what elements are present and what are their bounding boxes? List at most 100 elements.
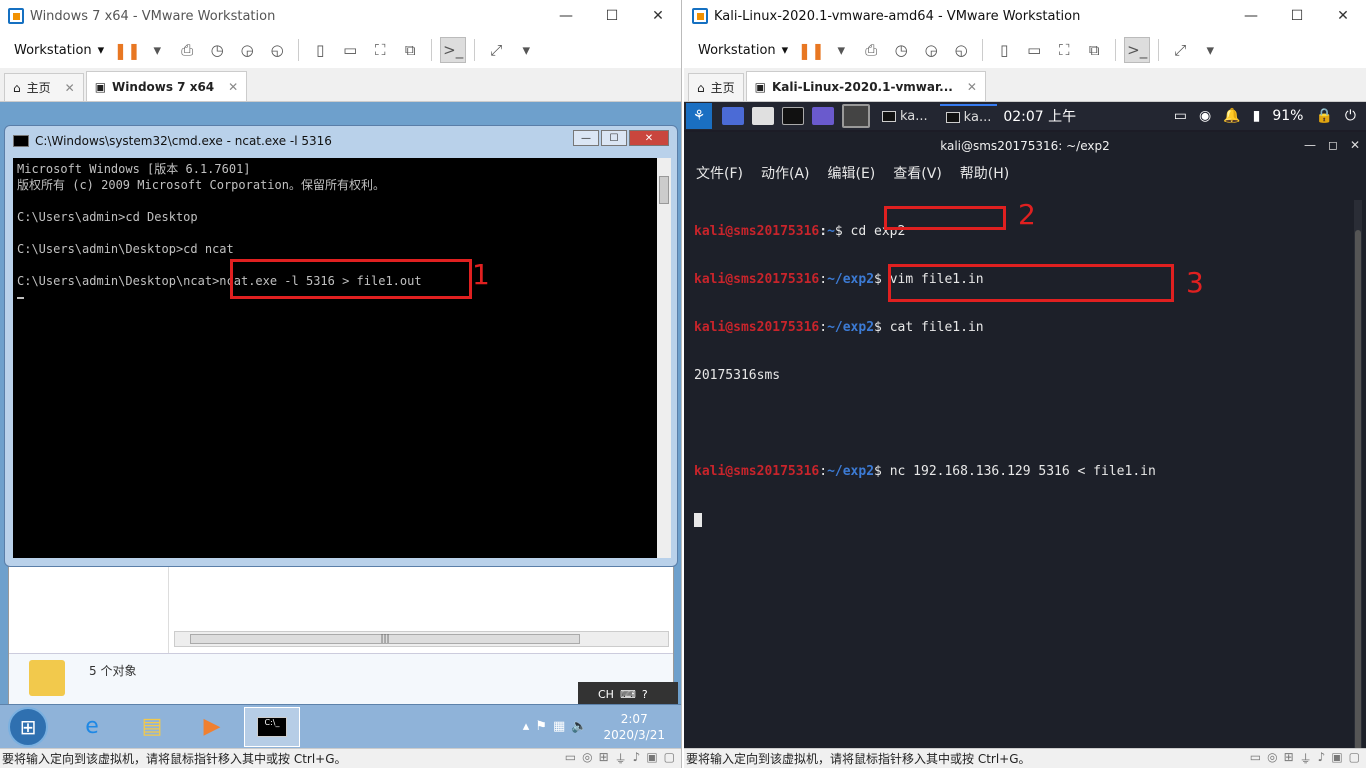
terminal-launcher-icon[interactable] bbox=[782, 107, 804, 125]
stretch-dropdown-icon[interactable]: ▾ bbox=[1197, 37, 1223, 63]
stretch-dropdown-icon[interactable]: ▾ bbox=[513, 37, 539, 63]
sidebar-toggle-icon[interactable]: ▯ bbox=[307, 37, 333, 63]
stretch-icon[interactable]: ⤢ bbox=[1167, 37, 1193, 63]
minimize-icon[interactable]: — bbox=[1304, 138, 1316, 152]
display-icon[interactable]: ▣ bbox=[1331, 750, 1342, 767]
language-bar[interactable]: CH ⌨ ? bbox=[578, 682, 678, 706]
workspace-icon[interactable] bbox=[722, 107, 744, 125]
taskbar-window-1[interactable]: ka... bbox=[876, 104, 934, 128]
pause-dropdown-icon[interactable]: ▾ bbox=[144, 37, 170, 63]
send-keys-icon[interactable]: ⎙ bbox=[858, 37, 884, 63]
notification-bell-icon[interactable]: 🔔 bbox=[1223, 108, 1240, 124]
browser-icon[interactable] bbox=[812, 107, 834, 125]
send-keys-icon[interactable]: ⎙ bbox=[174, 37, 200, 63]
menu-edit[interactable]: 编辑(E) bbox=[828, 163, 876, 183]
sound-icon[interactable]: ♪ bbox=[1318, 750, 1326, 767]
console-view-icon[interactable]: >_ bbox=[440, 37, 467, 63]
thumbnail-icon[interactable]: ▭ bbox=[1021, 37, 1047, 63]
close-icon[interactable]: ✕ bbox=[635, 0, 681, 32]
tab-close-icon[interactable]: ✕ bbox=[967, 80, 977, 94]
unity-icon[interactable]: ⧉ bbox=[397, 37, 423, 63]
maximize-icon[interactable]: ☐ bbox=[1274, 0, 1320, 32]
minimize-icon[interactable]: — bbox=[1228, 0, 1274, 32]
win7-guest-screen[interactable]: ||| 5 个对象 C:\Windows\system32\cmd.exe - … bbox=[0, 102, 681, 753]
tab-win7[interactable]: ▣ Windows 7 x64 ✕ bbox=[85, 71, 248, 101]
active-terminal-icon[interactable] bbox=[842, 104, 870, 128]
sound-icon[interactable]: ♪ bbox=[633, 750, 641, 767]
display-icon[interactable]: ▭ bbox=[1174, 108, 1187, 124]
thumbnail-icon[interactable]: ▭ bbox=[337, 37, 363, 63]
file-manager-icon[interactable] bbox=[752, 107, 774, 125]
workstation-menu[interactable]: Workstation ▾ bbox=[692, 43, 794, 58]
taskbar-window-2[interactable]: ka... bbox=[939, 104, 998, 128]
tab-close-icon[interactable]: ✕ bbox=[65, 81, 75, 95]
display-icon[interactable]: ▣ bbox=[646, 750, 657, 767]
maximize-icon[interactable]: ☐ bbox=[589, 0, 635, 32]
battery-icon[interactable]: ▮ bbox=[1253, 108, 1261, 124]
pause-icon[interactable]: ❚❚ bbox=[114, 37, 141, 63]
vertical-scrollbar[interactable] bbox=[1354, 200, 1362, 760]
minimize-icon[interactable]: — bbox=[573, 130, 599, 146]
maximize-icon[interactable]: ◻ bbox=[1328, 138, 1338, 152]
horizontal-scrollbar[interactable]: ||| bbox=[174, 631, 669, 647]
start-button[interactable]: ⊞ bbox=[8, 706, 48, 747]
show-hidden-icon[interactable]: ▴ bbox=[523, 719, 530, 734]
cd-icon[interactable]: ◎ bbox=[582, 750, 592, 767]
revert-snapshot-icon[interactable]: ◶ bbox=[234, 37, 260, 63]
snapshot-manager-icon[interactable]: ◵ bbox=[948, 37, 974, 63]
message-icon[interactable]: ▢ bbox=[664, 750, 675, 767]
scroll-thumb[interactable]: ||| bbox=[190, 634, 580, 644]
tab-close-icon[interactable]: ✕ bbox=[228, 80, 238, 94]
panel-clock[interactable]: 02:07 上午 bbox=[1003, 106, 1076, 126]
media-player-icon[interactable]: ▶ bbox=[184, 707, 240, 747]
revert-snapshot-icon[interactable]: ◶ bbox=[918, 37, 944, 63]
cmd-console[interactable]: Microsoft Windows [版本 6.1.7601] 版权所有 (c) … bbox=[13, 158, 657, 558]
scroll-thumb[interactable] bbox=[1355, 230, 1361, 750]
minimize-icon[interactable]: — bbox=[543, 0, 589, 32]
snapshot-manager-icon[interactable]: ◵ bbox=[264, 37, 290, 63]
tab-home[interactable]: ⌂ 主页 bbox=[688, 73, 744, 101]
audio-icon[interactable]: ◉ bbox=[1199, 108, 1211, 124]
workstation-menu[interactable]: Workstation ▾ bbox=[8, 43, 110, 58]
volume-icon[interactable]: 🔈 bbox=[571, 719, 587, 734]
ie-icon[interactable]: e bbox=[64, 707, 120, 747]
message-icon[interactable]: ▢ bbox=[1349, 750, 1360, 767]
usb-icon[interactable]: ⏚ bbox=[1300, 750, 1312, 767]
close-icon[interactable]: ✕ bbox=[1320, 0, 1366, 32]
taskbar-clock[interactable]: 2:07 2020/3/21 bbox=[603, 711, 665, 743]
menu-action[interactable]: 动作(A) bbox=[761, 163, 810, 183]
power-icon[interactable]: ⏻ bbox=[1345, 108, 1356, 124]
pause-dropdown-icon[interactable]: ▾ bbox=[828, 37, 854, 63]
unity-icon[interactable]: ⧉ bbox=[1081, 37, 1107, 63]
help-icon[interactable]: ? bbox=[642, 688, 648, 701]
menu-file[interactable]: 文件(F) bbox=[696, 163, 743, 183]
flag-icon[interactable]: ⚑ bbox=[535, 719, 547, 734]
network-icon[interactable]: ▦ bbox=[553, 719, 565, 734]
pause-icon[interactable]: ❚❚ bbox=[798, 37, 825, 63]
fullscreen-icon[interactable]: ⛶ bbox=[1051, 37, 1077, 63]
menu-help[interactable]: 帮助(H) bbox=[960, 163, 1009, 183]
kali-menu-icon[interactable]: ⚘ bbox=[686, 103, 712, 129]
sidebar-toggle-icon[interactable]: ▯ bbox=[991, 37, 1017, 63]
close-icon[interactable]: ✕ bbox=[1350, 138, 1360, 152]
cmd-taskbar-item[interactable]: C:\_ bbox=[244, 706, 300, 747]
maximize-icon[interactable]: ☐ bbox=[601, 130, 627, 146]
kali-guest-screen[interactable]: ⚘ ka... ka... 02:07 上午 ▭ ◉ 🔔 ▮ 91% 🔒 ⏻ k… bbox=[684, 102, 1366, 760]
explorer-folder-icon[interactable]: ▤ bbox=[124, 707, 180, 747]
console-view-icon[interactable]: >_ bbox=[1124, 37, 1151, 63]
lock-icon[interactable]: 🔒 bbox=[1315, 108, 1332, 124]
tab-kali[interactable]: ▣ Kali-Linux-2020.1-vmwar... ✕ bbox=[745, 71, 986, 101]
scroll-thumb[interactable] bbox=[659, 176, 669, 204]
snapshot-icon[interactable]: ◷ bbox=[888, 37, 914, 63]
close-icon[interactable]: ✕ bbox=[629, 130, 669, 146]
network-adapter-icon[interactable]: ⊞ bbox=[1284, 750, 1294, 767]
tab-home[interactable]: ⌂ 主页 ✕ bbox=[4, 73, 84, 101]
network-adapter-icon[interactable]: ⊞ bbox=[599, 750, 609, 767]
cd-icon[interactable]: ◎ bbox=[1267, 750, 1277, 767]
stretch-icon[interactable]: ⤢ bbox=[483, 37, 509, 63]
vertical-scrollbar[interactable] bbox=[657, 158, 671, 558]
hdd-icon[interactable]: ▭ bbox=[1250, 750, 1261, 767]
snapshot-icon[interactable]: ◷ bbox=[204, 37, 230, 63]
fullscreen-icon[interactable]: ⛶ bbox=[367, 37, 393, 63]
hdd-icon[interactable]: ▭ bbox=[565, 750, 576, 767]
